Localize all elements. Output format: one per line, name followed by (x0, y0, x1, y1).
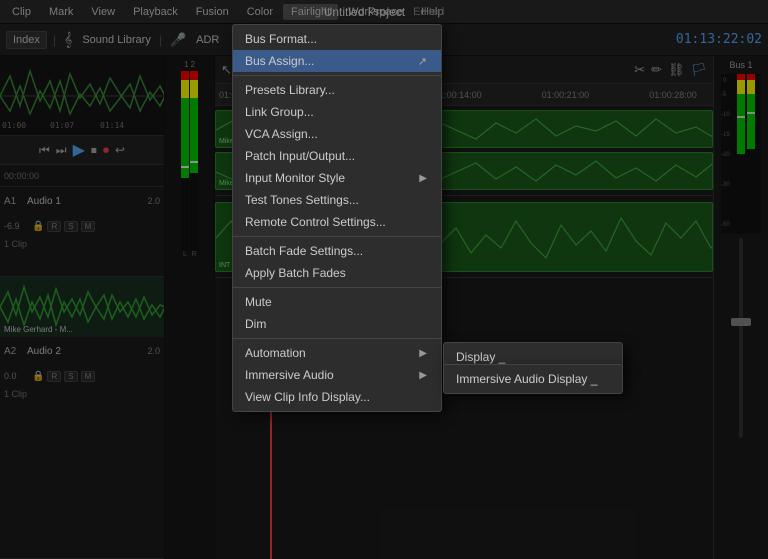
menu-link-group[interactable]: Link Group... (233, 101, 441, 123)
menu-presets-library[interactable]: Presets Library... (233, 79, 441, 101)
immersive-submenu: Immersive Audio Display _ (443, 364, 623, 394)
menu-vca-assign[interactable]: VCA Assign... (233, 123, 441, 145)
menu-immersive-audio[interactable]: Immersive Audio ▶ Immersive Audio Displa… (233, 364, 441, 386)
menu-input-monitor-style[interactable]: Input Monitor Style ▶ (233, 167, 441, 189)
menu-test-tones[interactable]: Test Tones Settings... (233, 189, 441, 211)
menu-apply-batch-fades[interactable]: Apply Batch Fades (233, 262, 441, 284)
menu-section-5: Automation ▶ Display _ Immersive Audio ▶… (233, 339, 441, 411)
menu-section-1: Bus Format... Bus Assign... ↗ (233, 25, 441, 76)
fairlight-dropdown-menu: Bus Format... Bus Assign... ↗ Presets Li… (232, 24, 442, 412)
submenu-arrow-immersive: ▶ (419, 370, 427, 381)
menu-section-4: Mute Dim (233, 288, 441, 339)
submenu-arrow-automation: ▶ (419, 348, 427, 359)
menu-bus-assign[interactable]: Bus Assign... ↗ (233, 50, 441, 72)
menu-bus-format[interactable]: Bus Format... (233, 28, 441, 50)
menu-mute[interactable]: Mute (233, 291, 441, 313)
menu-dim[interactable]: Dim (233, 313, 441, 335)
menu-remote-control[interactable]: Remote Control Settings... (233, 211, 441, 233)
menu-view-clip-info[interactable]: View Clip Info Display... (233, 386, 441, 408)
immersive-display[interactable]: Immersive Audio Display _ (444, 368, 622, 390)
submenu-arrow-input: ▶ (419, 173, 427, 184)
menu-section-2: Presets Library... Link Group... VCA Ass… (233, 76, 441, 237)
menu-automation[interactable]: Automation ▶ Display _ (233, 342, 441, 364)
cursor-indicator: ↗ (418, 55, 427, 68)
menu-batch-fade-settings[interactable]: Batch Fade Settings... (233, 240, 441, 262)
menu-section-3: Batch Fade Settings... Apply Batch Fades (233, 237, 441, 288)
menu-patch-input-output[interactable]: Patch Input/Output... (233, 145, 441, 167)
